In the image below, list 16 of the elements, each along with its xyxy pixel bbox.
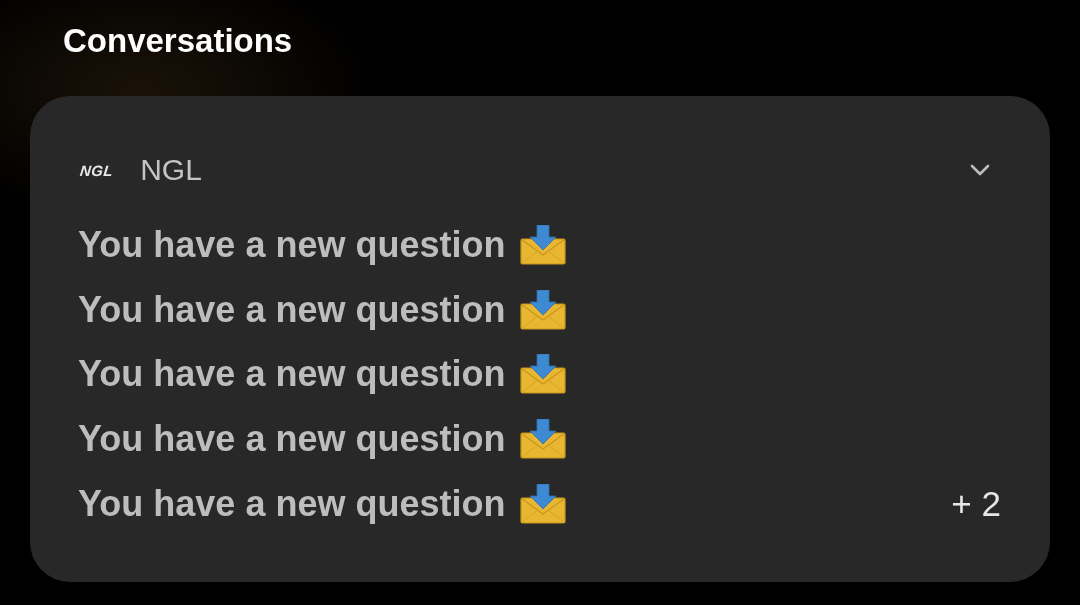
envelope-arrow-icon [520,225,567,266]
section-title: Conversations [62,21,294,61]
envelope-arrow-icon [520,419,567,460]
message-text: You have a new question [78,227,506,264]
more-count: + 2 [951,486,1001,522]
chevron-down-icon[interactable] [970,164,990,176]
app-logo: NGL [79,162,114,178]
message-text: You have a new question [78,356,506,393]
message-text: You have a new question [78,421,506,458]
envelope-arrow-icon [520,289,567,330]
notification-card[interactable]: NGL NGL You have a new question You have a new question You have a new question You have a new question You have a new question + 2 [30,96,1050,582]
envelope-arrow-icon [520,483,567,524]
app-name: NGL [140,155,202,185]
envelope-arrow-icon [520,354,567,395]
message-text: You have a new question [78,291,506,328]
message-text: You have a new question [78,485,506,522]
